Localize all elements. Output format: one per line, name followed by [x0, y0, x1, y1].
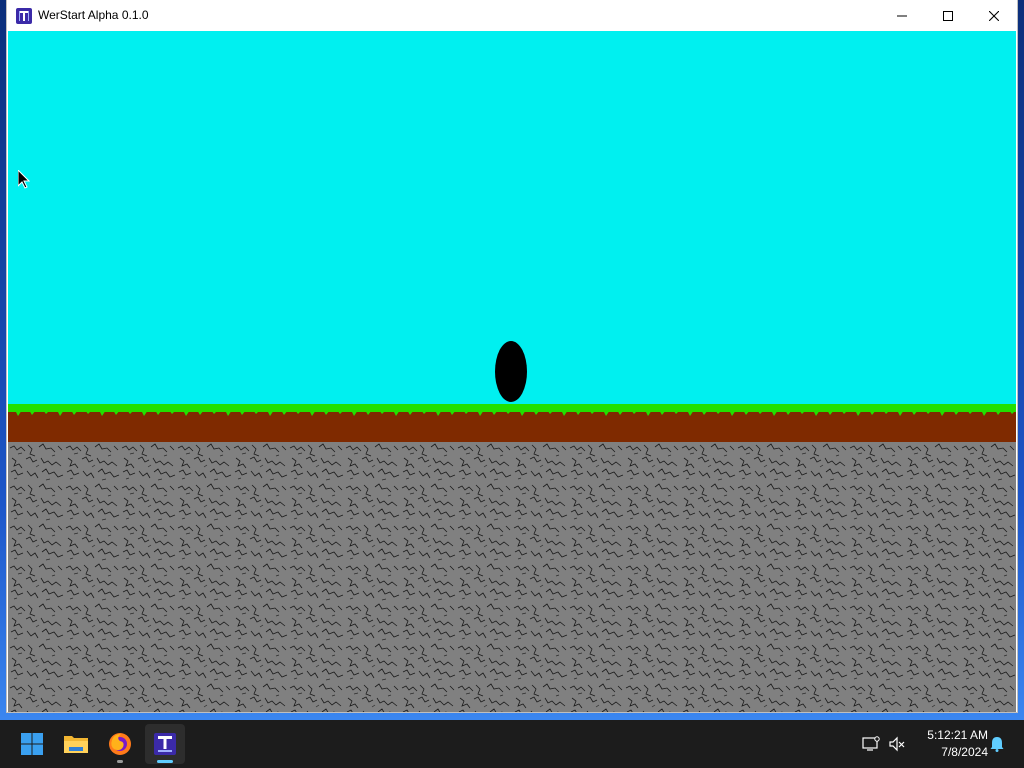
network-disconnected-icon: [862, 736, 880, 751]
title-bar[interactable]: WerStart Alpha 0.1.0: [7, 0, 1017, 31]
mouse-cursor-icon: [18, 170, 30, 189]
start-button[interactable]: [12, 724, 52, 764]
close-button[interactable]: [971, 0, 1017, 31]
grass-tufts: [8, 404, 1016, 416]
werstart-app-icon: [154, 733, 176, 755]
volume-muted-icon: [889, 736, 905, 752]
window-title: WerStart Alpha 0.1.0: [38, 8, 149, 22]
clock-date: 7/8/2024: [941, 745, 988, 759]
taskbar-clock[interactable]: 5:12:21 AM 7/8/2024: [912, 727, 988, 761]
game-canvas[interactable]: [8, 31, 1016, 712]
player-character: [495, 341, 527, 402]
running-indicator: [117, 760, 123, 763]
active-indicator: [157, 760, 173, 763]
firefox-icon: [109, 733, 131, 755]
minimize-button[interactable]: [879, 0, 925, 31]
werstart-app-icon: [16, 8, 32, 24]
notification-button[interactable]: [986, 720, 1008, 768]
folder-icon: [64, 736, 88, 753]
maximize-button[interactable]: [925, 0, 971, 31]
firefox-button[interactable]: [100, 724, 140, 764]
clock-time: 5:12:21 AM: [927, 728, 988, 742]
notification-bell-icon: [990, 737, 1004, 752]
taskbar: 5:12:21 AM 7/8/2024: [0, 720, 1024, 768]
minimize-icon: [897, 15, 907, 16]
stone-layer: [8, 442, 1016, 712]
volume-button[interactable]: [884, 720, 910, 768]
app-window: WerStart Alpha 0.1.0: [7, 0, 1017, 712]
werstart-taskbar-button[interactable]: [145, 724, 185, 764]
maximize-icon: [943, 10, 953, 21]
network-button[interactable]: [858, 720, 884, 768]
windows-logo-icon: [21, 733, 43, 755]
file-explorer-button[interactable]: [56, 724, 96, 764]
close-icon: [989, 10, 999, 21]
